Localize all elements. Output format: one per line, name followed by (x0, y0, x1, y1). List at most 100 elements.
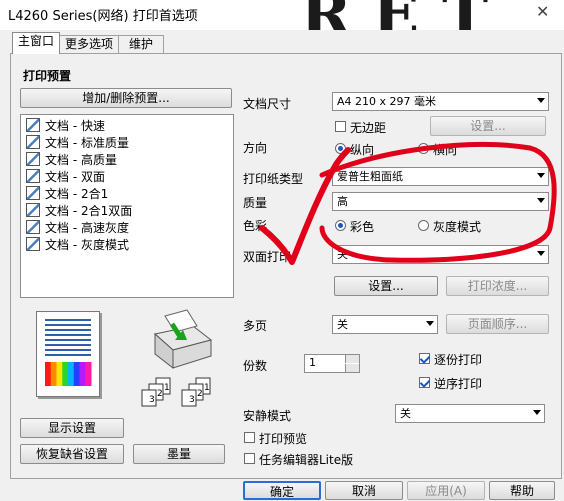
orientation-label: 方向 (243, 141, 268, 155)
quality-label: 质量 (243, 196, 268, 210)
copies-label: 份数 (243, 359, 268, 373)
reverse-order-label: 逆序打印 (434, 377, 483, 391)
borderless-settings-button[interactable]: 设置... (430, 116, 546, 136)
list-item[interactable]: 文档 - 快速 (26, 118, 105, 134)
reverse-order-checkbox[interactable] (419, 377, 430, 388)
multipage-select[interactable]: 关 (332, 315, 438, 334)
tab-maintenance[interactable]: 维护 (118, 35, 164, 53)
grayscale-option-label: 灰度模式 (433, 220, 482, 234)
document-icon (26, 237, 40, 251)
landscape-label: 横向 (433, 143, 458, 157)
duplex-select[interactable]: 关 (332, 245, 549, 264)
cancel-button[interactable]: 取消 (325, 481, 403, 500)
copies-value: 1 (309, 356, 316, 369)
stack-label: 3 (189, 395, 195, 405)
list-item[interactable]: 文档 - 高质量 (26, 152, 117, 168)
stack-label: 1 (164, 383, 170, 393)
copies-stepper[interactable]: 1 (304, 354, 360, 373)
tab-more-options[interactable]: 更多选项 (59, 35, 119, 53)
doc-size-label: 文档尺寸 (243, 97, 292, 111)
background-letter: E (372, 0, 419, 30)
chevron-down-icon (537, 251, 545, 256)
job-arranger-label: 任务编辑器Lite版 (259, 453, 354, 467)
document-icon (26, 135, 40, 149)
paper-type-label: 打印纸类型 (243, 172, 304, 186)
paper-type-select[interactable]: 爱普生粗面纸 (332, 167, 549, 186)
page-stack-icon: 1 2 3 (141, 377, 171, 407)
multipage-label: 多页 (243, 319, 268, 333)
grayscale-radio[interactable] (418, 220, 429, 231)
tab-main[interactable]: 主窗口 (12, 32, 60, 54)
duplex-label: 双面打印 (243, 250, 292, 264)
quality-select[interactable]: 高 (332, 192, 549, 211)
background-letter: R (300, 0, 352, 30)
printer-icon (153, 309, 213, 370)
doc-size-select[interactable]: A4 210 x 297 毫米 (332, 92, 549, 111)
document-icon (26, 220, 40, 234)
stack-label: 2 (197, 389, 203, 399)
portrait-radio[interactable] (335, 143, 346, 154)
chevron-down-icon (426, 321, 434, 326)
document-icon (26, 152, 40, 166)
add-remove-presets-button[interactable]: 增加/删除预置... (20, 88, 232, 108)
chevron-down-icon (537, 173, 545, 178)
borderless-label: 无边距 (350, 121, 387, 135)
show-settings-button[interactable]: 显示设置 (20, 418, 124, 438)
spin-down-icon[interactable] (345, 364, 359, 372)
rainbow-swatch (62, 362, 69, 386)
spin-up-icon[interactable] (345, 355, 359, 363)
print-preview-checkbox[interactable] (244, 432, 255, 443)
list-item[interactable]: 文档 - 高速灰度 (26, 220, 129, 236)
close-icon[interactable]: ✕ (536, 2, 549, 21)
help-button[interactable]: 帮助 (489, 481, 555, 500)
title-bar: R E T L4260 Series(网络) 打印首选项 ✕ (0, 0, 564, 30)
quiet-mode-label: 安静模式 (243, 409, 292, 423)
print-density-button[interactable]: 打印浓度... (446, 276, 549, 296)
rainbow-swatch (73, 362, 80, 386)
ink-levels-button[interactable]: 墨量 (133, 444, 225, 464)
stack-label: 2 (157, 389, 163, 399)
duplex-document-icon (26, 169, 40, 183)
rainbow-swatch (45, 362, 52, 386)
color-label: 色彩 (243, 219, 268, 233)
presets-list[interactable]: 文档 - 快速 文档 - 标准质量 文档 - 高质量 文档 - 双面 文档 - … (20, 114, 234, 298)
apply-button[interactable]: 应用(A) (407, 481, 485, 500)
background-letter: T (442, 0, 488, 30)
borderless-checkbox[interactable] (335, 121, 346, 132)
collate-label: 逐份打印 (434, 353, 483, 367)
window-title: L4260 Series(网络) 打印首选项 (8, 9, 198, 24)
list-item[interactable]: 文档 - 标准质量 (26, 135, 129, 151)
restore-defaults-button[interactable]: 恢复缺省设置 (20, 444, 124, 464)
rainbow-swatch (68, 362, 75, 386)
rainbow-swatch (50, 362, 57, 386)
page-stack-icon: 1 2 3 (181, 377, 211, 407)
chevron-down-icon (537, 98, 545, 103)
color-option-label: 彩色 (350, 220, 375, 234)
list-item[interactable]: 文档 - 2合1双面 (26, 203, 132, 219)
landscape-radio[interactable] (418, 143, 429, 154)
job-arranger-checkbox[interactable] (244, 453, 255, 464)
list-item[interactable]: 文档 - 2合1 (26, 186, 108, 202)
chevron-down-icon (537, 198, 545, 203)
color-radio[interactable] (335, 220, 346, 231)
two-up-duplex-icon (26, 203, 40, 217)
page-preview-graphic (45, 319, 92, 386)
document-icon (26, 118, 40, 132)
list-item[interactable]: 文档 - 灰度模式 (26, 237, 129, 253)
page-order-button[interactable]: 页面顺序... (446, 314, 549, 334)
portrait-label: 纵向 (350, 143, 375, 157)
duplex-settings-button[interactable]: 设置... (334, 276, 438, 296)
ok-button[interactable]: 确定 (243, 481, 321, 500)
stack-label: 3 (149, 395, 155, 405)
list-item[interactable]: 文档 - 双面 (26, 169, 105, 185)
stack-label: 1 (204, 383, 210, 393)
presets-heading: 打印预置 (23, 69, 72, 83)
page-preview (36, 311, 100, 397)
rainbow-swatch (56, 362, 63, 386)
print-preview-label: 打印预览 (259, 432, 308, 446)
chevron-down-icon (533, 410, 541, 415)
quiet-mode-select[interactable]: 关 (395, 404, 545, 423)
rainbow-swatch (85, 362, 92, 386)
rainbow-swatch (79, 362, 86, 386)
collate-checkbox[interactable] (419, 353, 430, 364)
